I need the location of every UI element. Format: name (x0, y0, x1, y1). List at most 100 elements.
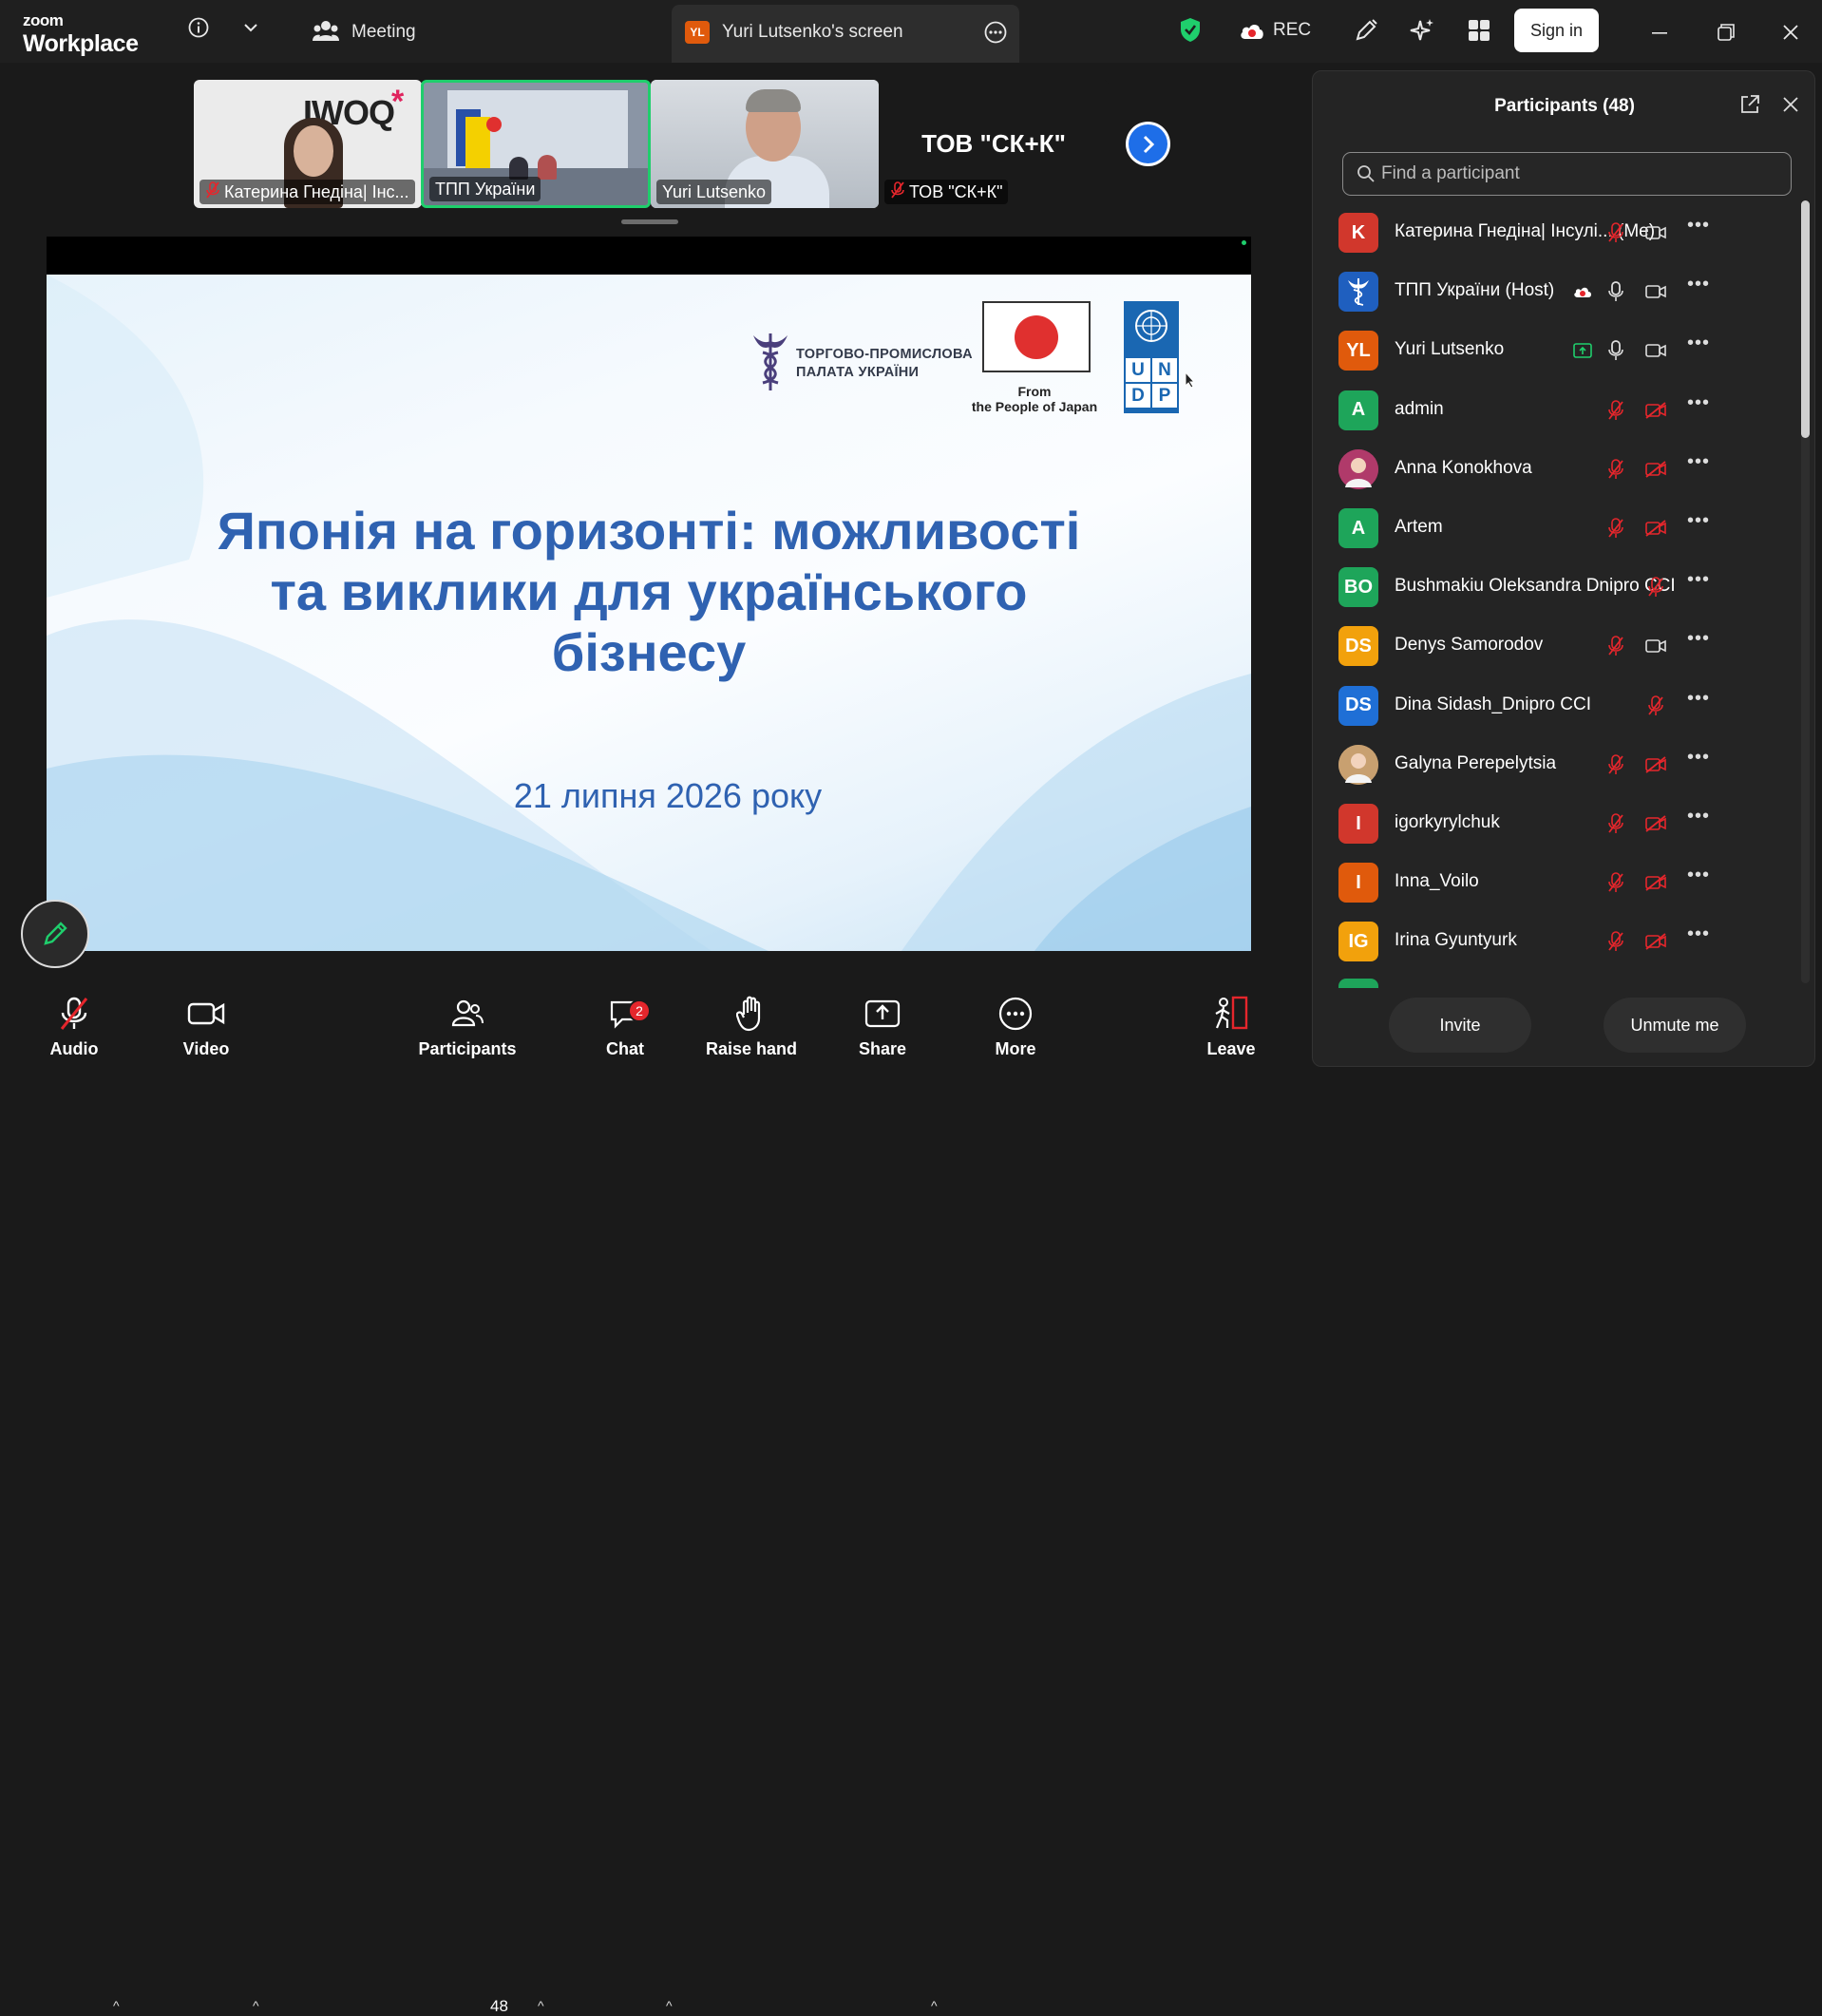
participant-row[interactable]: DS Denys Samorodov ••• (1313, 617, 1807, 675)
video-button[interactable]: Video (168, 988, 244, 1067)
search-input[interactable] (1381, 153, 1780, 195)
participant-row[interactable]: Iigorkyrylchuk ••• (1313, 794, 1807, 853)
avatar: A (1338, 390, 1378, 430)
minimize-icon[interactable] (1648, 21, 1671, 44)
leave-button[interactable]: Leave (1202, 988, 1261, 1067)
avatar: DS (1338, 685, 1378, 726)
participant-row[interactable]: Anna Konokhova ••• (1313, 440, 1807, 499)
rec-label[interactable]: REC (1273, 20, 1311, 41)
strip-drag-handle[interactable] (621, 219, 678, 224)
camera-off-icon (1644, 399, 1667, 422)
ai-companion-sparkle-icon[interactable] (1408, 16, 1436, 45)
invite-button[interactable]: Invite (1389, 998, 1531, 1053)
info-icon[interactable] (186, 15, 211, 40)
mic-icon (1604, 339, 1627, 362)
audio-options-caret-icon[interactable]: ^ (113, 1998, 120, 2013)
mic-muted-icon (1604, 458, 1627, 481)
meeting-toolbar: Audio ^ Video ^ Participants 48 ^ Chat ^… (0, 988, 1301, 2015)
raise-hand-button[interactable]: Raise hand (703, 988, 800, 1067)
mic-icon (1604, 280, 1627, 303)
participants-count: 48 (490, 1997, 508, 2015)
mic-muted-icon (1644, 576, 1667, 599)
share-button[interactable]: Share (853, 988, 912, 1067)
shared-slide[interactable]: ТОРГОВО-ПРОМИСЛОВА ПАЛАТА УКРАЇНИ From t… (47, 275, 1251, 951)
participant-row[interactable]: ТПП України (Host) ••• (1313, 262, 1807, 321)
participant-more-icon[interactable]: ••• (1687, 392, 1710, 414)
unmute-me-button[interactable]: Unmute me (1604, 998, 1746, 1053)
participant-more-icon[interactable]: ••• (1687, 451, 1710, 473)
chat-options-caret-icon[interactable]: ^ (666, 1998, 673, 2013)
more-dots-icon (998, 988, 1033, 1039)
chat-button[interactable]: Chat (597, 988, 654, 1067)
camera-icon (1644, 339, 1667, 362)
participant-name: igorkyrylchuk (1395, 812, 1500, 832)
scrollbar-thumb[interactable] (1801, 200, 1810, 438)
video-options-caret-icon[interactable]: ^ (253, 1998, 259, 2013)
share-options-caret-icon[interactable]: ^ (931, 1998, 938, 2013)
participant-row[interactable]: Aadmin ••• (1313, 381, 1807, 440)
mic-muted-icon (1604, 871, 1627, 894)
participant-name: Artem (1395, 517, 1443, 537)
video-tile-sk-k[interactable]: ТОВ "СК+К" ТОВ "СК+К" (879, 80, 1109, 208)
close-window-icon[interactable] (1779, 21, 1802, 44)
tab-meeting[interactable]: Meeting (351, 22, 416, 43)
mic-muted-icon (1604, 812, 1627, 835)
participant-row[interactable]: A Artem ••• (1313, 499, 1807, 558)
participant-row[interactable]: YL Yuri Lutsenko ••• (1313, 321, 1807, 380)
avatar: K (1338, 213, 1378, 253)
participant-row[interactable]: Galyna Perepelytsia ••• (1313, 735, 1807, 794)
zoom-logo: zoom (23, 11, 64, 29)
participant-more-icon[interactable]: ••• (1687, 923, 1710, 945)
close-panel-icon[interactable] (1781, 95, 1800, 119)
video-tile-kateryna[interactable]: IWOQ * Катерина Гнедіна| Інс... (194, 80, 422, 208)
camera-icon (1644, 280, 1667, 303)
participant-row[interactable]: DS Dina Sidash_Dnipro CCI ••• (1313, 676, 1807, 735)
video-tile-yuri[interactable]: Yuri Lutsenko (651, 80, 879, 208)
camera-off-icon (1644, 753, 1667, 776)
participant-row[interactable]: IG Irina Gyuntyurk ••• (1313, 912, 1807, 971)
participant-row[interactable]: K Катерина Гнедіна| Інсулі... (Me) ••• (1313, 203, 1807, 262)
participant-more-icon[interactable]: ••• (1687, 510, 1710, 532)
meeting-people-icon (312, 17, 340, 44)
chevron-down-icon[interactable] (240, 17, 261, 38)
participant-more-icon[interactable]: ••• (1687, 865, 1710, 886)
speaker-figure (538, 155, 557, 180)
avatar (1338, 979, 1378, 988)
sign-in-button[interactable]: Sign in (1514, 9, 1599, 52)
participant-more-icon[interactable]: ••• (1687, 215, 1710, 237)
participant-row[interactable]: I Inna_Voilo ••• (1313, 853, 1807, 912)
participant-more-icon[interactable]: ••• (1687, 688, 1710, 710)
participants-options-caret-icon[interactable]: ^ (538, 1998, 544, 2013)
japan-sun-icon (1015, 314, 1058, 359)
avatar: DS (1338, 626, 1378, 667)
camera-icon (187, 988, 225, 1039)
restore-window-icon[interactable] (1715, 21, 1737, 44)
participants-button[interactable]: Participants (415, 988, 520, 1067)
shield-check-icon[interactable] (1178, 16, 1203, 43)
pop-out-icon[interactable] (1739, 94, 1760, 120)
participant-more-icon[interactable]: ••• (1687, 333, 1710, 354)
apps-grid-icon[interactable] (1466, 17, 1492, 44)
japan-flag-small (486, 117, 502, 132)
participant-search[interactable] (1342, 152, 1792, 196)
more-options-icon[interactable] (983, 20, 1008, 45)
next-page-button[interactable] (1126, 122, 1170, 166)
participant-more-icon[interactable]: ••• (1687, 628, 1710, 650)
leave-door-icon (1212, 988, 1250, 1039)
mic-muted-icon (1644, 694, 1667, 717)
participants-panel: Participants (48) KКатерина Гнедіна| Інс… (1312, 70, 1815, 1067)
video-tile-tpp-active-speaker[interactable]: ТПП України (421, 80, 651, 208)
more-button[interactable]: More (985, 988, 1046, 1067)
audio-button[interactable]: Audio (38, 988, 110, 1067)
annotate-button[interactable] (21, 900, 89, 968)
panel-scrollbar[interactable] (1801, 200, 1810, 983)
participant-more-icon[interactable]: ••• (1687, 569, 1710, 591)
mic-muted-icon (1604, 753, 1627, 776)
participant-row[interactable]: BO Bushmakiu Oleksandra Dnipro CCI ••• (1313, 558, 1807, 617)
screen-tab-label: Yuri Lutsenko's screen (722, 22, 903, 42)
participant-more-icon[interactable]: ••• (1687, 747, 1710, 769)
annotate-pen-icon[interactable] (1353, 17, 1379, 44)
participant-more-icon[interactable]: ••• (1687, 806, 1710, 827)
participant-more-icon[interactable]: ••• (1687, 274, 1710, 295)
participant-name: admin (1395, 398, 1444, 419)
